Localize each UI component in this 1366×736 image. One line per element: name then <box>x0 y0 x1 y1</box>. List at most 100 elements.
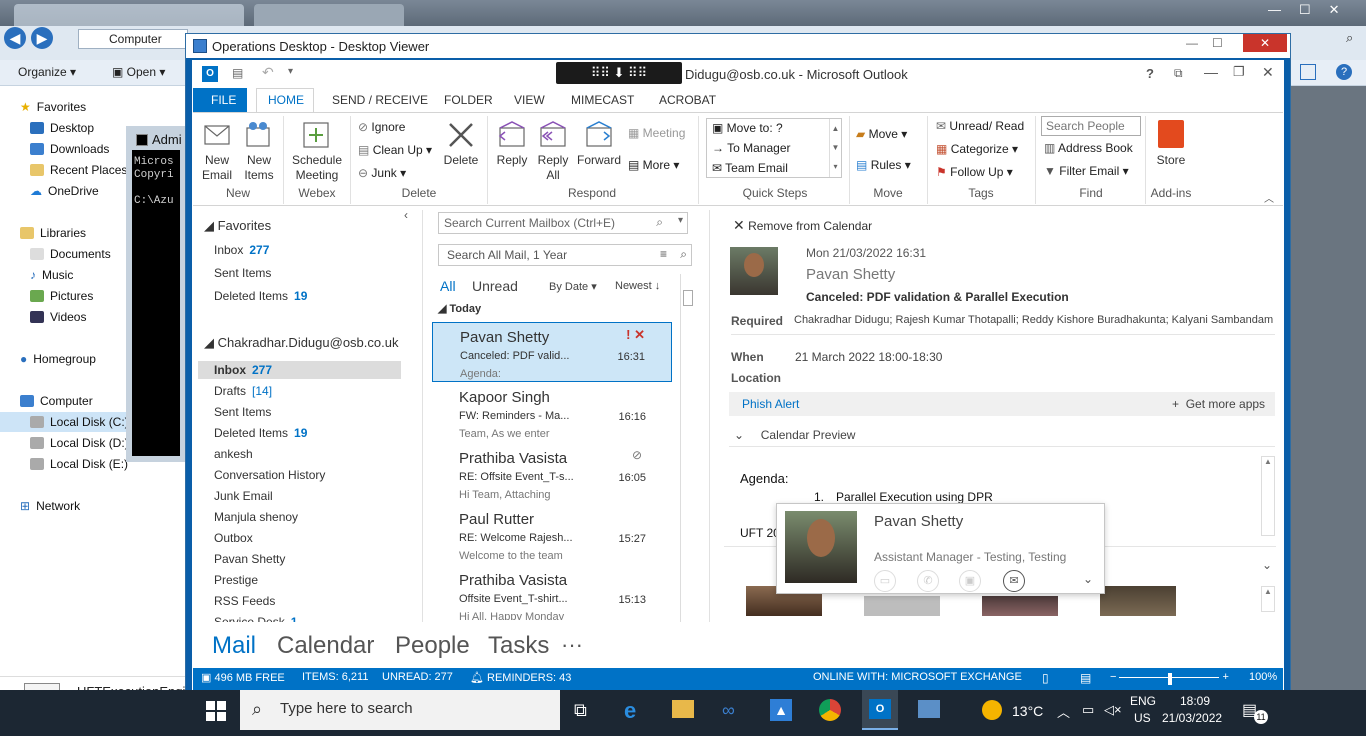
nav-downloads[interactable]: Downloads <box>30 139 109 159</box>
categorize-button[interactable]: ▦ Categorize ▾ <box>936 142 1018 156</box>
tab-folder[interactable]: FOLDER <box>436 88 501 112</box>
customize-qat-icon[interactable]: ▾ <box>288 66 293 77</box>
unread-read-button[interactable]: ✉ Unread/ Read <box>936 119 1024 133</box>
folder-item[interactable]: Prestige <box>214 570 258 590</box>
help-icon[interactable]: ? <box>1146 66 1154 81</box>
tab-acrobat[interactable]: ACROBAT <box>651 88 724 112</box>
phish-alert-button[interactable]: Phish Alert <box>742 397 799 411</box>
chat-icon[interactable]: ▭ <box>874 570 896 592</box>
required-attendees[interactable]: Chakradhar Didugu; Rajesh Kumar Thotapal… <box>794 314 1273 326</box>
folder-item[interactable]: RSS Feeds <box>214 591 275 611</box>
scrollbar-thumb[interactable] <box>683 290 693 306</box>
nav-computer[interactable]: Computer <box>20 391 93 411</box>
mail-item[interactable]: Paul Rutter RE: Welcome Rajesh... 15:27 Wel… <box>432 505 672 565</box>
expand-people-icon[interactable]: ⌄ <box>1262 558 1272 572</box>
background-tab[interactable] <box>254 4 404 26</box>
body-scrollbar[interactable]: ▲ <box>1261 456 1275 536</box>
viewer-close-button[interactable]: ✕ <box>1243 34 1287 52</box>
folder-item[interactable]: Drafts [14] <box>214 381 272 401</box>
quick-step-to-manager[interactable]: → To Manager <box>712 141 791 155</box>
nav-documents[interactable]: Documents <box>30 244 111 264</box>
ignore-button[interactable]: ⊘ Ignore <box>358 120 405 134</box>
help-icon[interactable]: ? <box>1336 64 1352 80</box>
people-scrollbar[interactable]: ▲ <box>1261 586 1275 612</box>
nav-drive-d[interactable]: Local Disk (D:) <box>30 433 129 453</box>
nav-favorites[interactable]: ★ Favorites <box>20 97 86 117</box>
filter-all[interactable]: All <box>440 278 456 294</box>
nav-libraries[interactable]: Libraries <box>20 223 86 243</box>
minimize-button[interactable]: — <box>1204 64 1218 80</box>
organize-button[interactable]: Organize ▾ <box>18 65 76 79</box>
remove-from-calendar-button[interactable]: ✕ Remove from Calendar <box>733 217 872 234</box>
folder-item[interactable]: Inbox 277 <box>214 360 272 380</box>
account-header[interactable]: ◢ Chakradhar.Didugu@osb.co.uk <box>204 335 398 351</box>
nav-recent-places[interactable]: Recent Places <box>30 160 127 180</box>
background-window-controls[interactable]: —☐✕ <box>1268 2 1358 18</box>
reply-all-button[interactable]: Reply All <box>533 153 573 183</box>
zoom-thumb[interactable] <box>1168 673 1172 685</box>
language-indicator[interactable]: ENG <box>1130 694 1156 708</box>
folder-item[interactable]: Deleted Items 19 <box>214 423 307 443</box>
quick-access-icon[interactable]: ▤ <box>232 66 243 80</box>
outlook-taskbar-button[interactable]: O <box>862 690 898 730</box>
favorite-inbox[interactable]: Inbox 277 <box>214 240 269 260</box>
weather-icon[interactable] <box>982 700 1002 720</box>
sender-avatar[interactable] <box>730 247 778 295</box>
folder-item[interactable]: Manjula shenoy <box>214 507 298 527</box>
tray-chevron-icon[interactable]: ︿ <box>1057 702 1070 721</box>
favorites-header[interactable]: ◢ Favorites <box>204 218 271 234</box>
taskbar-search-box[interactable]: Type here to search <box>240 690 560 730</box>
viewer-toolbar-handle[interactable]: ⠿⠿ ⬇ ⠿⠿ <box>556 62 682 84</box>
forward-icon[interactable]: ▶ <box>31 27 53 49</box>
sort-by-date[interactable]: By Date ▾ <box>549 280 597 293</box>
folder-item[interactable]: Pavan Shetty <box>214 549 285 569</box>
more-button[interactable]: ▤ More ▾ <box>628 158 679 172</box>
file-explorer-icon[interactable] <box>672 700 694 718</box>
nav-pictures[interactable]: Pictures <box>30 286 93 306</box>
nav-homegroup[interactable]: ● Homegroup <box>20 349 96 369</box>
sort-order[interactable]: Newest ↓ <box>615 280 660 292</box>
meeting-button[interactable]: ▦ Meeting <box>628 126 685 140</box>
mail-item[interactable]: Pavan Shetty Canceled: PDF valid... 16:31 A… <box>432 322 672 382</box>
collapse-folder-pane-icon[interactable]: ‹ <box>404 208 408 222</box>
status-reminders[interactable]: 🔔︎ REMINDERS: 43 <box>470 671 571 684</box>
filter-email-button[interactable]: ▼ Filter Email ▾ <box>1044 164 1129 178</box>
nav-more[interactable]: ··· <box>561 632 583 658</box>
contact-name[interactable]: Pavan Shetty <box>874 513 963 530</box>
webex-icon[interactable]: ∞ <box>722 700 735 721</box>
new-items-button[interactable]: New Items <box>238 153 280 183</box>
tab-send-receive[interactable]: SEND / RECEIVE <box>324 88 436 112</box>
favorite-sent-items[interactable]: Sent Items <box>214 263 271 283</box>
folder-item[interactable]: ankesh <box>214 444 253 464</box>
call-icon[interactable]: ✆ <box>917 570 939 592</box>
move-button[interactable]: ▰ Move ▾ <box>856 127 907 141</box>
nav-mail[interactable]: Mail <box>212 632 256 660</box>
folder-item[interactable]: Sent Items <box>214 402 271 422</box>
calendar-preview-toggle[interactable]: ⌄ Calendar Preview <box>734 428 855 442</box>
undo-icon[interactable]: ↶ <box>262 64 274 81</box>
folder-item[interactable]: Outbox <box>214 528 253 548</box>
nav-desktop[interactable]: Desktop <box>30 118 94 138</box>
zoom-level[interactable]: 100% <box>1249 671 1277 683</box>
tab-mimecast[interactable]: MIMECAST <box>563 88 642 112</box>
back-icon[interactable]: ◀ <box>4 27 26 49</box>
video-icon[interactable]: ▣ <box>959 570 981 592</box>
search-current-mailbox-input[interactable]: Search Current Mailbox (Ctrl+E) ⌕ ▾ <box>438 212 688 234</box>
network-icon[interactable]: ▭ <box>1082 702 1094 718</box>
filter-options-icon[interactable]: ≡ <box>660 247 667 261</box>
search-icon[interactable]: ⌕ <box>1346 30 1353 46</box>
task-view-icon[interactable]: ⧉ <box>574 700 587 721</box>
clock-time[interactable]: 18:09 <box>1180 694 1210 708</box>
windows-start-icon[interactable] <box>206 701 226 721</box>
normal-view-icon[interactable]: ▯ <box>1042 671 1049 685</box>
quick-steps-scroll[interactable]: ▲ ▼ ▾ <box>829 119 841 177</box>
mail-item[interactable]: Kapoor Singh FW: Reminders - Ma... 16:16 Te… <box>432 383 672 443</box>
store-button[interactable]: Store <box>1152 153 1190 168</box>
folder-item[interactable]: Junk Email <box>214 486 273 506</box>
nav-music[interactable]: ♪ Music <box>30 265 73 285</box>
get-more-apps-button[interactable]: + Get more apps <box>1172 397 1265 411</box>
mail-list-scrollbar[interactable] <box>680 274 694 622</box>
nav-tasks[interactable]: Tasks <box>488 632 549 660</box>
search-people-input[interactable]: Search People <box>1041 116 1141 136</box>
mail-item[interactable]: Prathiba Vasista RE: Offsite Event_T-s...… <box>432 444 672 504</box>
